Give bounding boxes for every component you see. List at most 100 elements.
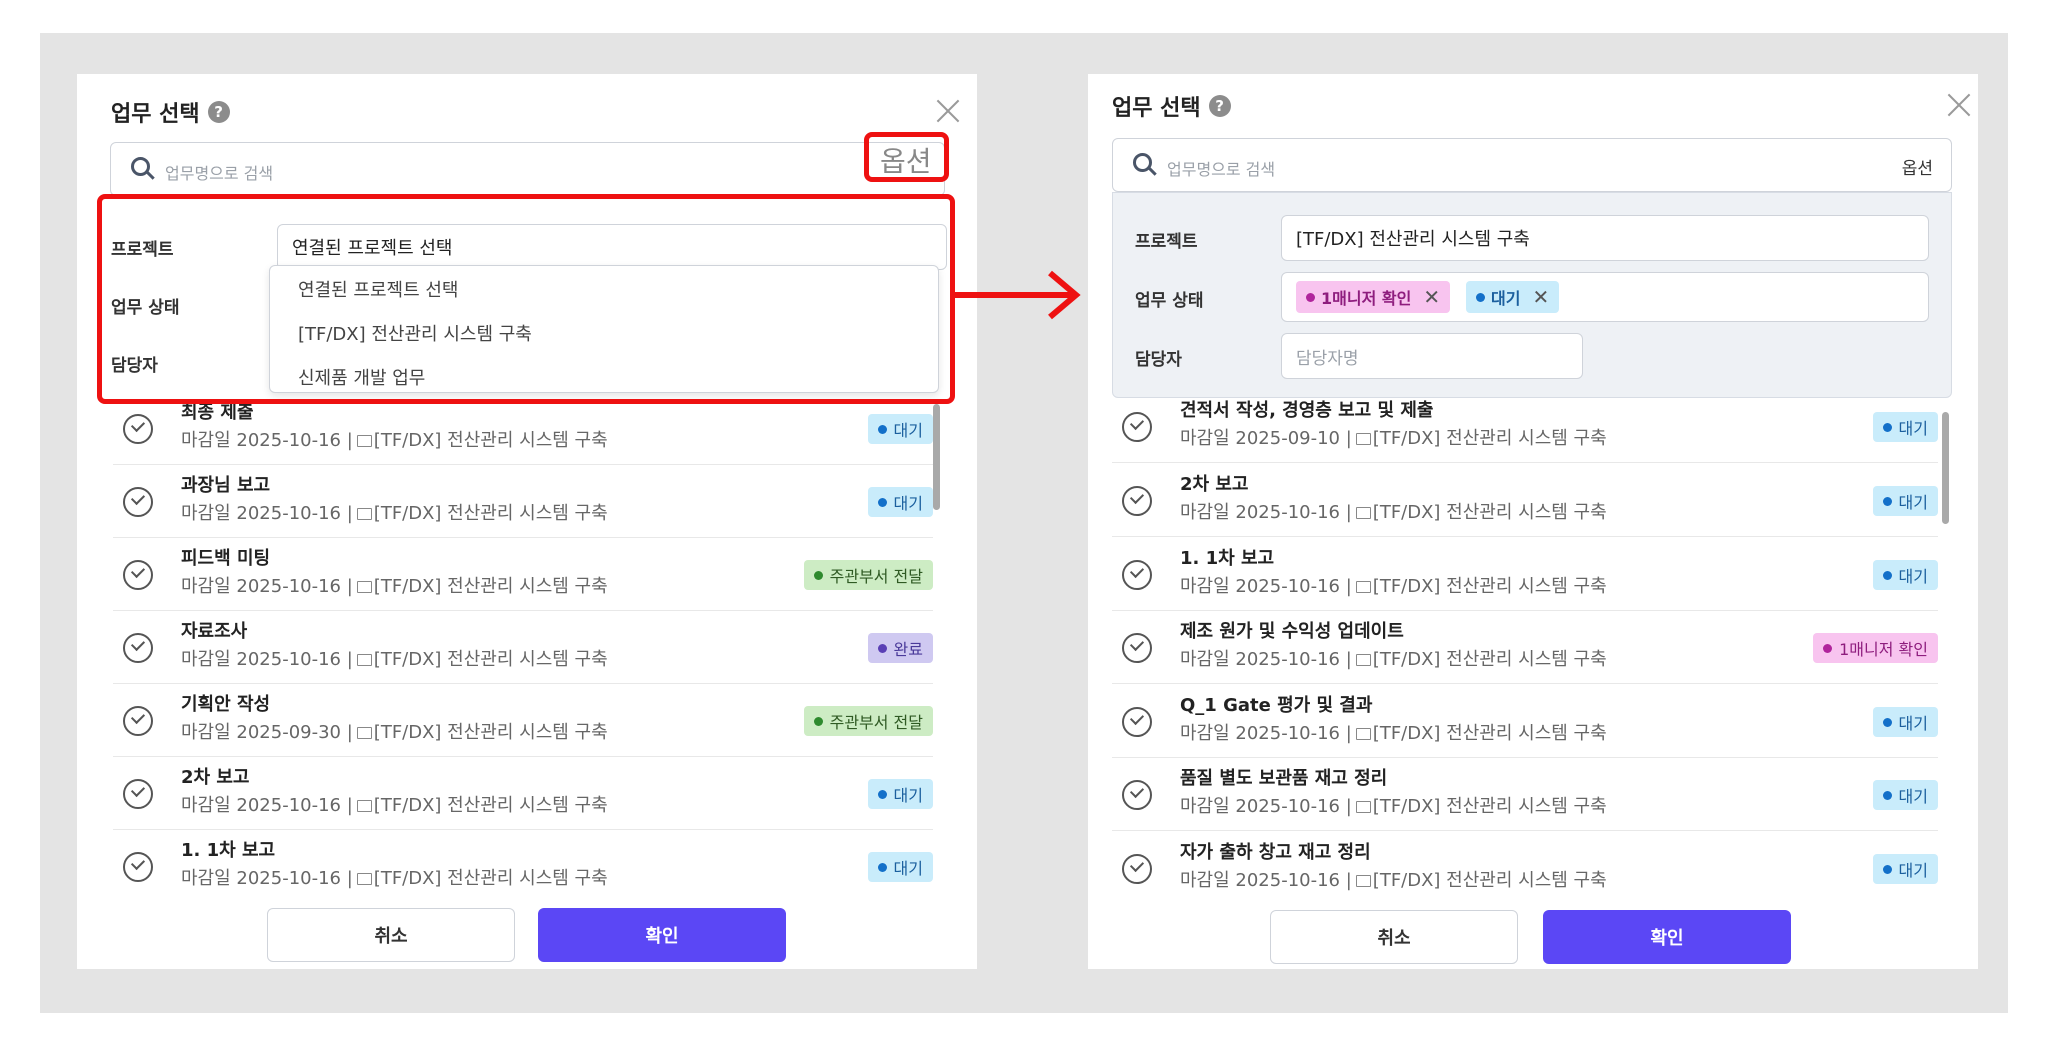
item-title: 품질 별도 보관품 재고 정리 (1180, 768, 1388, 789)
check-circle-icon[interactable] (1122, 412, 1152, 442)
item-meta: 마감일 2025-10-16 | [TF/DX] 전산관리 시스템 구축 (1180, 723, 1607, 744)
folder-icon (356, 727, 372, 739)
task-list: 견적서 작성, 경영층 보고 및 제출 마감일 2025-09-10 | [TF/… (1112, 398, 1938, 910)
search-input[interactable]: 업무명으로 검색 옵션 (1112, 138, 1952, 192)
item-title: 견적서 작성, 경영층 보고 및 제출 (1180, 400, 1434, 421)
list-item[interactable]: Q_1 Gate 평가 및 결과 마감일 2025-10-16 | [TF/DX]… (1112, 685, 1938, 758)
check-circle-icon[interactable] (1122, 854, 1152, 884)
assignee-input[interactable]: 담당자명 (1281, 333, 1583, 379)
folder-icon (1355, 875, 1371, 887)
status-badge: 1매니저 확인 (1813, 633, 1938, 663)
list-item[interactable]: 견적서 작성, 경영층 보고 및 제출 마감일 2025-09-10 | [TF/… (1112, 398, 1938, 463)
item-meta: 마감일 2025-09-10 | [TF/DX] 전산관리 시스템 구축 (1180, 428, 1607, 449)
item-meta: 마감일 2025-10-16 | [TF/DX] 전산관리 시스템 구축 (181, 430, 608, 451)
status-multiselect[interactable]: 1매니저 확인 ✕ 대기 ✕ (1281, 272, 1929, 322)
task-list: 최종 제출 마감일 2025-10-16 | [TF/DX] 전산관리 시스템 구… (113, 400, 933, 912)
list-item[interactable]: 2차 보고 마감일 2025-10-16 | [TF/DX] 전산관리 시스템 구… (1112, 464, 1938, 537)
list-item[interactable]: 자가 출하 창고 재고 정리 마감일 2025-10-16 | [TF/DX] 전… (1112, 832, 1938, 905)
check-circle-icon[interactable] (123, 706, 153, 736)
folder-icon (356, 873, 372, 885)
check-circle-icon[interactable] (123, 633, 153, 663)
cancel-button[interactable]: 취소 (1270, 910, 1518, 964)
check-circle-icon[interactable] (123, 560, 153, 590)
filter-panel: 프로젝트 [TF/DX] 전산관리 시스템 구축 업무 상태 1매니저 확인 ✕ … (1112, 192, 1952, 398)
confirm-button[interactable]: 확인 (538, 908, 786, 962)
item-meta: 마감일 2025-10-16 | [TF/DX] 전산관리 시스템 구축 (181, 649, 608, 670)
list-item[interactable]: 1. 1차 보고 마감일 2025-10-16 | [TF/DX] 전산관리 시스… (1112, 538, 1938, 611)
list-item[interactable]: 최종 제출 마감일 2025-10-16 | [TF/DX] 전산관리 시스템 구… (113, 400, 933, 465)
list-item[interactable]: 품질 별도 보관품 재고 정리 마감일 2025-10-16 | [TF/DX] … (1112, 758, 1938, 831)
status-badge: 대기 (867, 779, 933, 809)
scrollbar[interactable] (933, 404, 940, 510)
item-title: 자가 출하 창고 재고 정리 (1180, 842, 1371, 863)
item-meta: 마감일 2025-09-30 | [TF/DX] 전산관리 시스템 구축 (181, 722, 608, 743)
folder-icon (1355, 728, 1371, 740)
scrollbar[interactable] (1942, 412, 1949, 524)
item-title: 제조 원가 및 수익성 업데이트 (1180, 621, 1404, 642)
arrow-right-icon (950, 270, 1081, 320)
folder-icon (1355, 801, 1371, 813)
dialog-title-text: 업무 선택 (1112, 96, 1201, 121)
list-item[interactable]: 피드백 미팅 마감일 2025-10-16 | [TF/DX] 전산관리 시스템 … (113, 538, 933, 611)
option-highlight (864, 132, 949, 182)
search-input[interactable]: 업무명으로 검색 (110, 142, 945, 196)
list-item[interactable]: 1. 1차 보고 마감일 2025-10-16 | [TF/DX] 전산관리 시스… (113, 830, 933, 903)
search-placeholder: 업무명으로 검색 (1167, 160, 1276, 179)
close-icon[interactable] (1946, 92, 1972, 118)
status-badge: 주관부서 전달 (803, 706, 933, 736)
project-select[interactable]: [TF/DX] 전산관리 시스템 구축 (1281, 215, 1929, 261)
close-icon[interactable] (935, 98, 961, 124)
check-circle-icon[interactable] (1122, 560, 1152, 590)
option-toggle[interactable]: 옵션 (1902, 154, 1933, 179)
folder-icon (356, 435, 372, 447)
check-circle-icon[interactable] (1122, 780, 1152, 810)
task-select-dialog-right: 업무 선택 ? 업무명으로 검색 옵션 프로젝트 [TF/DX] 전산관리 시스… (1088, 74, 1978, 969)
confirm-button[interactable]: 확인 (1543, 910, 1791, 964)
item-title: 2차 보고 (1180, 474, 1249, 495)
check-circle-icon[interactable] (123, 779, 153, 809)
list-item[interactable]: 자료조사 마감일 2025-10-16 | [TF/DX] 전산관리 시스템 구축… (113, 611, 933, 684)
status-badge: 주관부서 전달 (803, 560, 933, 590)
cancel-button[interactable]: 취소 (267, 908, 515, 962)
list-item[interactable]: 제조 원가 및 수익성 업데이트 마감일 2025-10-16 | [TF/DX]… (1112, 611, 1938, 684)
item-title: 피드백 미팅 (181, 548, 271, 569)
list-item[interactable]: 과장님 보고 마감일 2025-10-16 | [TF/DX] 전산관리 시스템 … (113, 465, 933, 538)
list-item[interactable]: 2차 보고 마감일 2025-10-16 | [TF/DX] 전산관리 시스템 구… (113, 757, 933, 830)
status-badge: 대기 (867, 487, 933, 517)
search-icon (131, 157, 155, 181)
item-title: Q_1 Gate 평가 및 결과 (1180, 695, 1373, 716)
folder-icon (1355, 654, 1371, 666)
item-meta: 마감일 2025-10-16 | [TF/DX] 전산관리 시스템 구축 (1180, 502, 1607, 523)
folder-icon (356, 800, 372, 812)
item-meta: 마감일 2025-10-16 | [TF/DX] 전산관리 시스템 구축 (181, 868, 608, 889)
help-icon[interactable]: ? (207, 101, 230, 123)
dialog-title: 업무 선택 ? (111, 96, 230, 128)
remove-tag-icon[interactable]: ✕ (1423, 285, 1440, 309)
status-badge: 대기 (1872, 560, 1938, 590)
status-badge: 대기 (1872, 854, 1938, 884)
status-badge: 대기 (867, 852, 933, 882)
status-badge: 완료 (867, 633, 933, 663)
item-meta: 마감일 2025-10-16 | [TF/DX] 전산관리 시스템 구축 (1180, 649, 1607, 670)
status-label: 업무 상태 (1135, 291, 1204, 311)
assignee-label: 담당자 (1135, 350, 1182, 370)
remove-tag-icon[interactable]: ✕ (1532, 285, 1549, 309)
check-circle-icon[interactable] (1122, 486, 1152, 516)
project-label: 프로젝트 (1135, 232, 1198, 252)
item-meta: 마감일 2025-10-16 | [TF/DX] 전산관리 시스템 구축 (1180, 870, 1607, 891)
status-badge: 대기 (1872, 486, 1938, 516)
dialog-title: 업무 선택 ? (1112, 90, 1231, 122)
check-circle-icon[interactable] (123, 852, 153, 882)
check-circle-icon[interactable] (123, 487, 153, 517)
check-circle-icon[interactable] (123, 414, 153, 444)
check-circle-icon[interactable] (1122, 707, 1152, 737)
list-item[interactable]: 기획안 작성 마감일 2025-09-30 | [TF/DX] 전산관리 시스템 … (113, 684, 933, 757)
item-meta: 마감일 2025-10-16 | [TF/DX] 전산관리 시스템 구축 (181, 795, 608, 816)
status-badge: 대기 (1872, 780, 1938, 810)
item-title: 기획안 작성 (181, 694, 271, 715)
help-icon[interactable]: ? (1208, 95, 1231, 117)
item-title: 자료조사 (181, 621, 248, 642)
search-icon (1133, 153, 1157, 177)
status-badge: 대기 (1872, 412, 1938, 442)
check-circle-icon[interactable] (1122, 633, 1152, 663)
